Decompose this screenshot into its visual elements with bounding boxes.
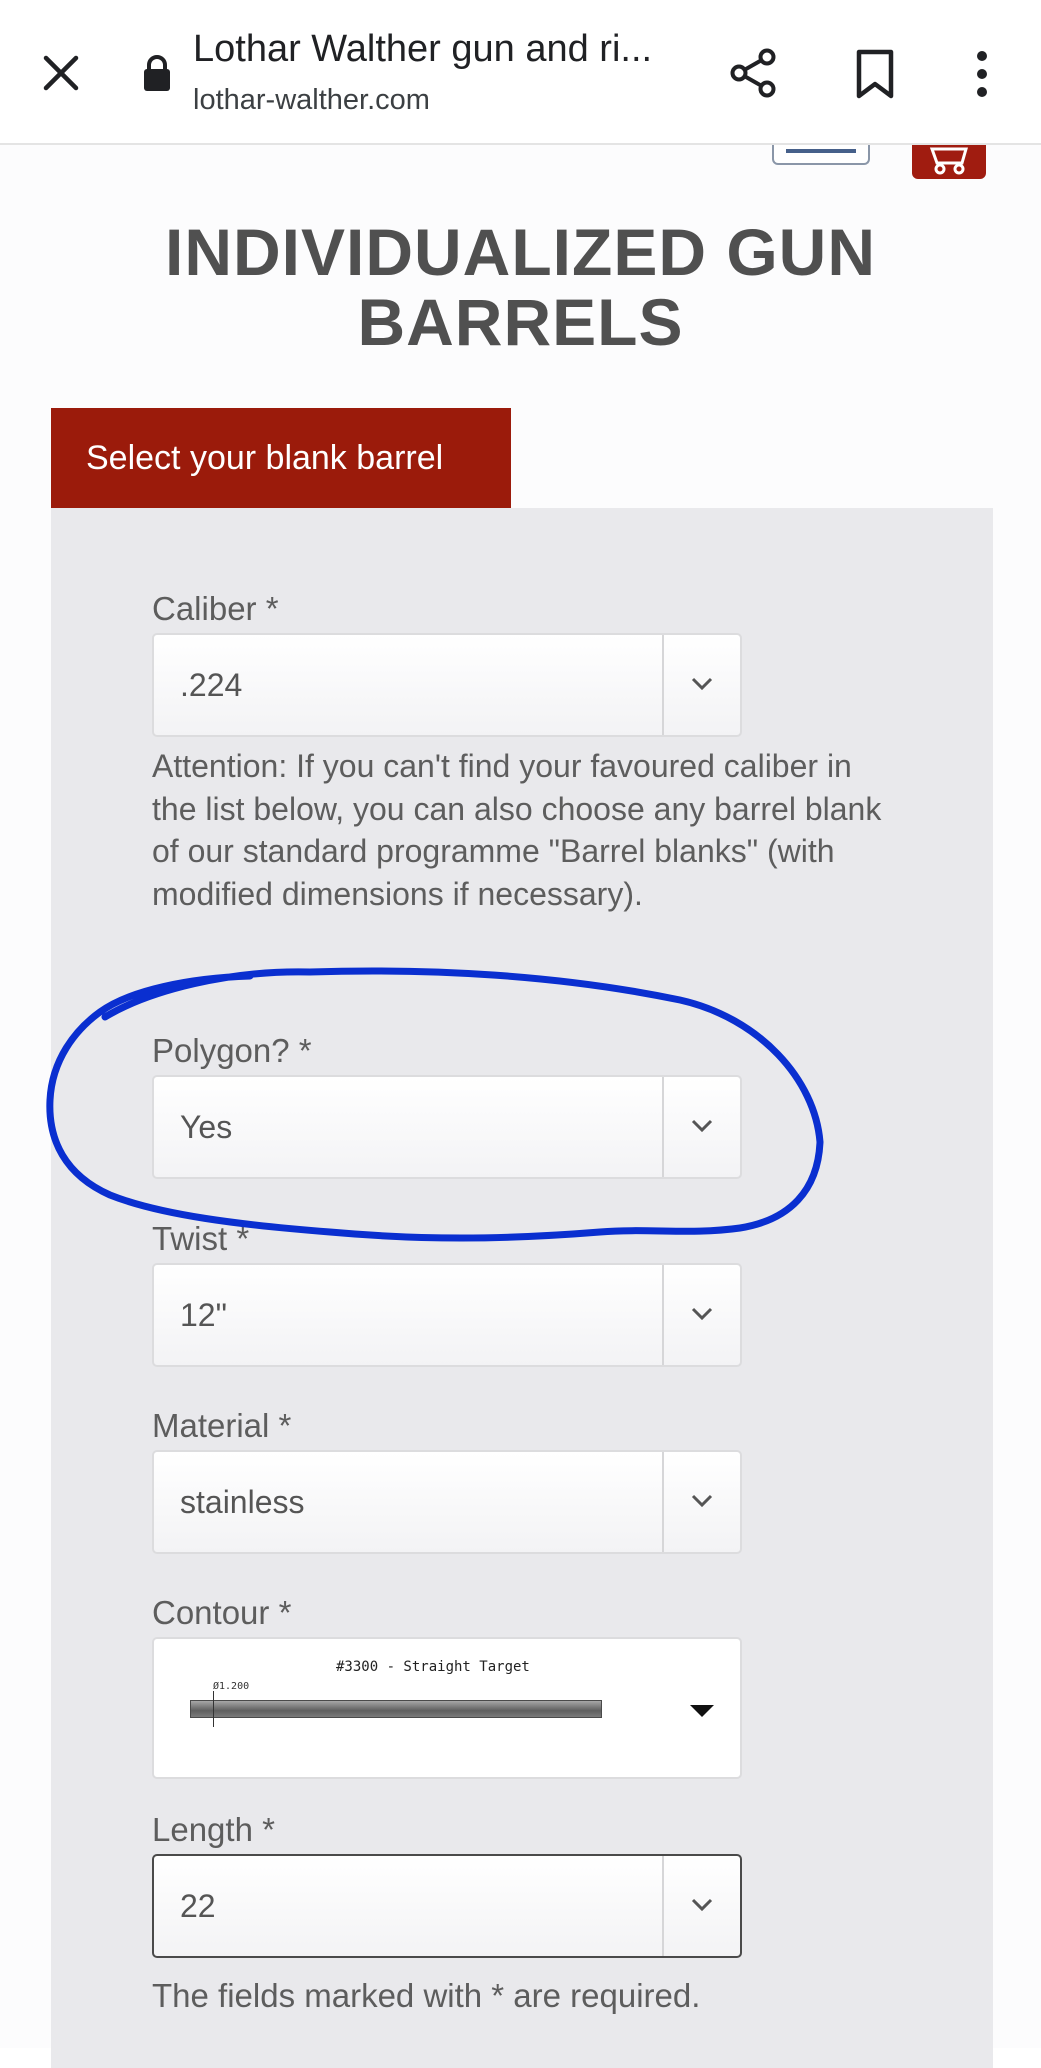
barrel-contour-image [190, 1700, 602, 1718]
contour-title: #3300 - Straight Target [336, 1659, 530, 1675]
caliber-select[interactable]: .224 [152, 633, 742, 737]
share-icon[interactable] [727, 46, 781, 100]
twist-select[interactable]: 12" [152, 1263, 742, 1367]
heading-line-1: INDIVIDUALIZED GUN [165, 215, 876, 289]
polygon-label: Polygon? * [152, 1032, 312, 1069]
twist-dropdown-toggle[interactable] [662, 1265, 740, 1365]
page-content: INDIVIDUALIZED GUN BARRELS Select your b… [0, 145, 1041, 2068]
polygon-select[interactable]: Yes [152, 1075, 742, 1179]
chevron-down-icon [691, 1307, 713, 1321]
material-dropdown-toggle[interactable] [662, 1452, 740, 1552]
caliber-label: Caliber * [152, 590, 279, 627]
chevron-down-icon [691, 1494, 713, 1508]
heading-line-2: BARRELS [357, 285, 684, 359]
material-select[interactable]: stainless [152, 1450, 742, 1554]
caliber-attention-note: Attention: If you can't find your favour… [152, 748, 882, 912]
lock-icon [144, 55, 170, 91]
url-text[interactable]: lothar-walther.com [193, 84, 430, 117]
more-vert-icon[interactable] [967, 48, 997, 100]
chevron-down-icon [691, 1898, 713, 1912]
diameter-marker [213, 1691, 214, 1727]
contour-select[interactable]: #3300 - Straight Target Ø1.200 [152, 1637, 742, 1779]
twist-label: Twist * [152, 1220, 250, 1257]
dropdown-triangle-icon[interactable] [690, 1705, 714, 1717]
caliber-value: .224 [180, 667, 243, 703]
select-blank-barrel-tab[interactable]: Select your blank barrel [51, 408, 511, 508]
chevron-down-icon [691, 1119, 713, 1133]
length-dropdown-toggle[interactable] [662, 1856, 740, 1956]
page-heading: INDIVIDUALIZED GUN BARRELS [0, 217, 1041, 357]
caliber-dropdown-toggle[interactable] [662, 635, 740, 735]
close-icon[interactable] [36, 48, 86, 98]
contour-diameter: Ø1.200 [213, 1681, 250, 1692]
required-fields-note: The fields marked with * are required. [152, 1977, 701, 2014]
twist-value: 12" [180, 1297, 227, 1333]
length-value: 22 [180, 1888, 216, 1924]
material-value: stainless [180, 1484, 305, 1520]
material-label: Material * [152, 1407, 292, 1444]
length-label: Length * [152, 1811, 275, 1848]
polygon-value: Yes [180, 1109, 233, 1145]
bookmark-icon[interactable] [853, 48, 897, 100]
cart-button[interactable] [912, 145, 986, 179]
cart-icon [929, 147, 968, 175]
browser-toolbar: Lothar Walther gun and ri... lothar-walt… [0, 0, 1041, 145]
contour-label: Contour * [152, 1594, 292, 1631]
page-title-tab[interactable]: Lothar Walther gun and ri... [193, 28, 652, 71]
polygon-dropdown-toggle[interactable] [662, 1077, 740, 1177]
length-select[interactable]: 22 [152, 1854, 742, 1958]
chevron-down-icon [691, 677, 713, 691]
header-button[interactable] [772, 145, 870, 165]
